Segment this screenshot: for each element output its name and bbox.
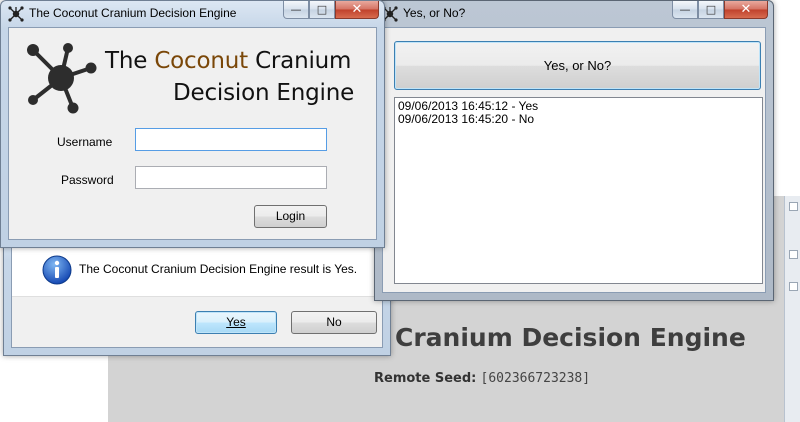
title-bar[interactable]: The Coconut Cranium Decision Engine — □ … xyxy=(1,1,384,27)
result-message-box: The Coconut Cranium Decision Engine resu… xyxy=(3,232,391,356)
message-box-footer: Yes No xyxy=(12,296,382,347)
minimize-button[interactable]: — xyxy=(672,1,698,19)
login-window: The Coconut Cranium Decision Engine — □ … xyxy=(0,0,385,248)
information-icon xyxy=(42,255,72,285)
close-icon: ✕ xyxy=(740,2,752,17)
logo-title-line-1: The Coconut Cranium xyxy=(105,48,351,74)
maximize-icon: □ xyxy=(705,3,717,16)
maximize-button[interactable]: □ xyxy=(309,1,335,19)
caption-buttons: — □ ✕ xyxy=(672,1,768,20)
logo-word-cranium: Cranium xyxy=(255,48,352,74)
password-label: Password xyxy=(61,173,114,187)
logo-word-the: The xyxy=(105,48,148,74)
login-button[interactable]: Login xyxy=(254,205,327,228)
message-box-client: The Coconut Cranium Decision Engine resu… xyxy=(11,241,383,348)
app-icon xyxy=(8,6,24,22)
no-button[interactable]: No xyxy=(291,311,377,334)
logo-title-line-2: Decision Engine xyxy=(173,80,355,106)
browser-side-toolbar xyxy=(784,196,800,422)
title-bar[interactable]: Yes, or No? — □ ✕ xyxy=(375,1,773,27)
minimize-icon: — xyxy=(290,3,302,16)
minimize-icon: — xyxy=(679,3,691,16)
decision-log-list[interactable]: 09/06/2013 16:45:12 - Yes 09/06/2013 16:… xyxy=(394,97,763,284)
yes-button-label: Yes xyxy=(226,315,246,329)
minimize-button[interactable]: — xyxy=(283,1,309,19)
list-item[interactable]: 09/06/2013 16:45:20 - No xyxy=(398,113,759,126)
close-button[interactable]: ✕ xyxy=(335,1,379,19)
username-field[interactable] xyxy=(135,128,327,151)
close-icon: ✕ xyxy=(351,2,363,17)
remote-seed-row: Remote Seed: [602366723238] xyxy=(374,371,590,386)
remote-seed-value: [602366723238] xyxy=(480,371,591,386)
close-button[interactable]: ✕ xyxy=(724,1,768,19)
network-node-logo-icon xyxy=(27,43,97,114)
password-field[interactable] xyxy=(135,166,327,189)
yes-or-no-button[interactable]: Yes, or No? xyxy=(394,41,761,90)
remote-seed-label: Remote Seed: xyxy=(374,371,477,386)
window-title: Yes, or No? xyxy=(403,6,466,20)
toolbar-square-icon[interactable] xyxy=(789,202,798,211)
page-heading: Cranium Decision Engine xyxy=(395,323,746,352)
no-button-label: No xyxy=(326,315,342,329)
maximize-icon: □ xyxy=(316,3,328,16)
message-text: The Coconut Cranium Decision Engine resu… xyxy=(79,262,358,276)
login-client: The Coconut Cranium Decision Engine User… xyxy=(8,27,377,240)
toolbar-square-icon[interactable] xyxy=(789,282,798,291)
yes-or-no-window: Yes, or No? — □ ✕ Yes, or No? 09/06/2013… xyxy=(374,0,774,301)
caption-buttons: — □ ✕ xyxy=(283,1,379,20)
yes-button[interactable]: Yes xyxy=(195,311,277,334)
username-label: Username xyxy=(57,135,113,149)
logo-word-coconut: Coconut xyxy=(154,48,248,74)
window-title: The Coconut Cranium Decision Engine xyxy=(29,6,237,20)
yes-or-no-client: Yes, or No? 09/06/2013 16:45:12 - Yes 09… xyxy=(382,27,766,293)
toolbar-square-icon[interactable] xyxy=(789,250,798,259)
maximize-button[interactable]: □ xyxy=(698,1,724,19)
